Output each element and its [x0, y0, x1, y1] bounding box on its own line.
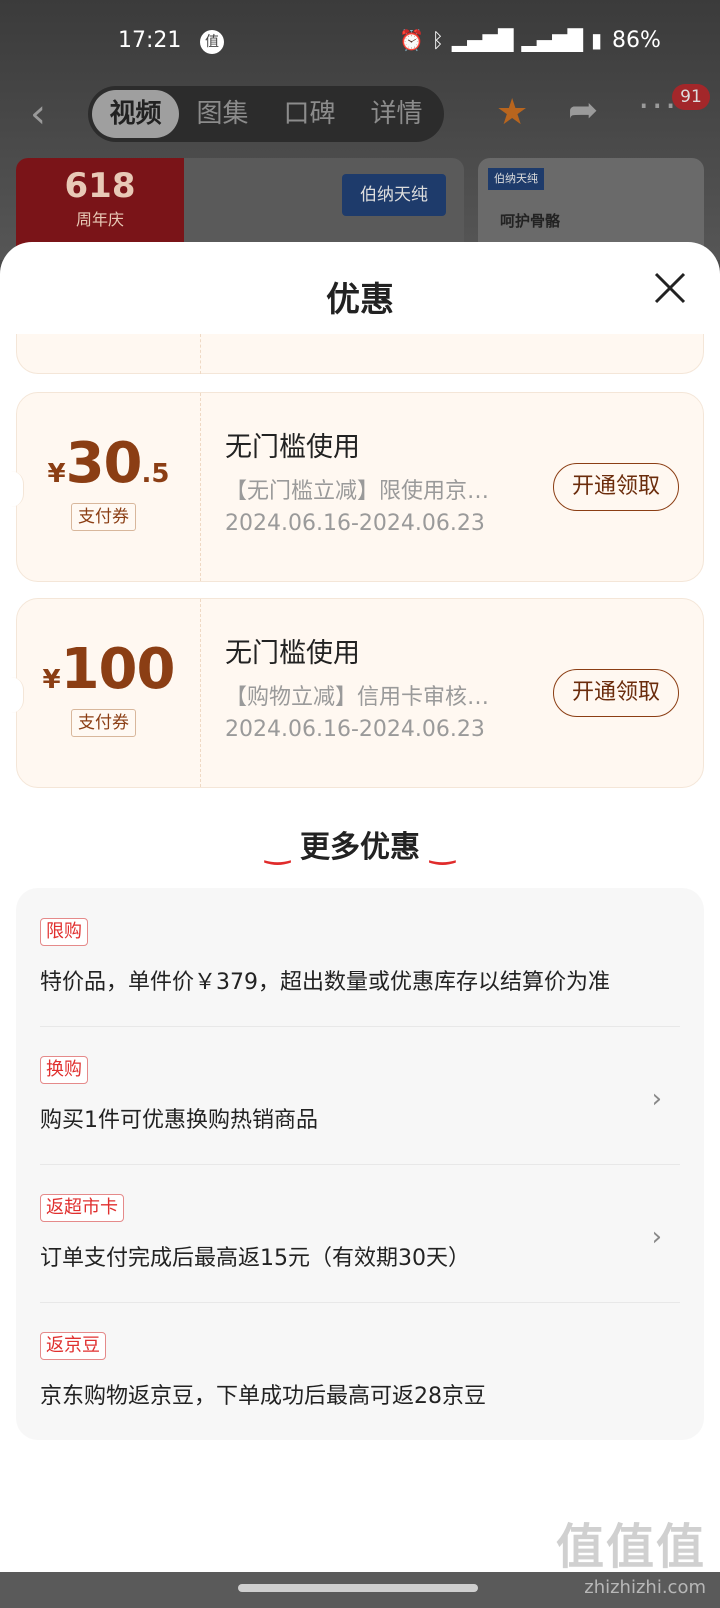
coupon-amount: ¥100: [17, 637, 200, 702]
battery-percent: 86%: [612, 28, 661, 53]
brand-logo-small: 伯纳天纯: [488, 168, 544, 190]
coupon-divider: [200, 334, 201, 374]
coupon-description: 【无门槛立减】限使用京…: [225, 479, 490, 504]
close-icon[interactable]: [650, 268, 690, 308]
smile-right-icon: ‿: [430, 831, 455, 866]
app-notification-icon: 值: [200, 30, 224, 54]
promo-item-supermarket-card[interactable]: 返超市卡 订单支付完成后最高返15元（有效期30天） ›: [40, 1164, 680, 1303]
status-icons: ⏰ ᛒ ▂▄▆█ ▂▄▆█ ▮: [399, 28, 602, 52]
claim-coupon-button[interactable]: 开通领取: [553, 463, 679, 511]
coupon-card: ¥100 支付券 无门槛使用 【购物立减】信用卡审核… 2024.06.16-2…: [11, 598, 704, 788]
coupon-divider: [200, 599, 201, 787]
promo-tag: 返京豆: [40, 1332, 106, 1360]
promo-text: 订单支付完成后最高返15元（有效期30天）: [40, 1246, 470, 1271]
watermark-logo: 值值值: [555, 1519, 706, 1575]
amount-value: 100: [60, 637, 176, 702]
coupon-validity: 2024.06.16-2024.06.23: [225, 511, 485, 536]
promo-text: 特价品，单件价￥379，超出数量或优惠库存以结算价为准: [40, 970, 610, 995]
signal-5g-icon: ▂▄▆█: [451, 28, 514, 52]
coupon-type-tag: 支付券: [71, 709, 136, 737]
promo-item-limit: 限购 特价品，单件价￥379，超出数量或优惠库存以结算价为准: [40, 888, 680, 1027]
share-icon[interactable]: ➦: [568, 90, 598, 131]
watermark-url: zhizhizhi.com: [584, 1577, 706, 1598]
brand-logo: 伯纳天纯: [342, 174, 446, 216]
offers-sheet: 优惠 ¥30.5 支付券 无门槛使用 【无门槛立减】限使用京… 2024.06.…: [0, 242, 720, 1580]
promo-item-jd-beans: 返京豆 京东购物返京豆，下单成功后最高可返28京豆: [40, 1302, 680, 1440]
signal-5g-2-icon: ▂▄▆█: [521, 28, 583, 52]
alarm-icon: ⏰: [399, 28, 424, 52]
coupon-type-tag: 支付券: [71, 503, 136, 531]
promo-text: 京东购物返京豆，下单成功后最高可返28京豆: [40, 1384, 486, 1409]
tab-reviews[interactable]: 口碑: [266, 90, 353, 138]
status-time: 17:21: [118, 28, 182, 53]
tab-details[interactable]: 详情: [353, 90, 440, 138]
coupon-amount: ¥30.5: [17, 431, 200, 496]
coupon-card: ¥30.5 支付券 无门槛使用 【无门槛立减】限使用京… 2024.06.16-…: [11, 392, 704, 582]
status-bar: 17:21 值 ⏰ ᛒ ▂▄▆█ ▂▄▆█ ▮ 86%: [0, 18, 720, 66]
chevron-right-icon[interactable]: ›: [652, 1084, 662, 1114]
promo-anniversary-text: 周年庆: [75, 210, 124, 229]
coupon-description: 【购物立减】信用卡审核…: [225, 685, 490, 710]
more-offers-heading: ‿ 更多优惠 ‿: [0, 822, 720, 866]
favorite-star-icon[interactable]: ★: [496, 92, 528, 133]
media-tabs: 视频 图集 口碑 详情: [88, 86, 444, 142]
chevron-right-icon[interactable]: ›: [652, 1222, 662, 1252]
tab-gallery[interactable]: 图集: [179, 90, 266, 138]
promo-618-text: 618: [64, 166, 136, 206]
promo-list: 限购 特价品，单件价￥379，超出数量或优惠库存以结算价为准 换购 购买1件可优…: [16, 888, 704, 1440]
claim-coupon-button[interactable]: 开通领取: [553, 669, 679, 717]
top-nav: ‹ 视频 图集 口碑 详情 ★ ➦ ··· 91: [0, 84, 720, 144]
sheet-title: 优惠: [326, 280, 394, 320]
currency-symbol: ¥: [42, 665, 61, 695]
promo-tag: 返超市卡: [40, 1194, 124, 1222]
home-indicator[interactable]: [238, 1584, 478, 1592]
background-page: 17:21 值 ⏰ ᛒ ▂▄▆█ ▂▄▆█ ▮ 86% ‹ 视频 图集 口碑 详…: [0, 0, 720, 268]
coupon-validity: 2024.06.16-2024.06.23: [225, 717, 485, 742]
promo-item-exchange[interactable]: 换购 购买1件可优惠换购热销商品 ›: [40, 1026, 680, 1165]
coupon-title: 无门槛使用: [225, 432, 360, 463]
coupon-divider: [200, 393, 201, 581]
more-offers-title: 更多优惠: [300, 830, 420, 865]
currency-symbol: ¥: [47, 459, 66, 489]
watermark: 值值值 zhizhizhi.com: [556, 1507, 706, 1598]
battery-icon: ▮: [590, 28, 602, 52]
bluetooth-icon: ᛒ: [431, 28, 444, 52]
back-arrow-icon[interactable]: ‹: [30, 92, 46, 136]
thumbnail-caption: 呵护骨骼: [500, 212, 561, 230]
coupon-card-partial: [16, 334, 704, 374]
message-badge: 91: [672, 84, 710, 110]
amount-decimal: .5: [141, 459, 170, 489]
coupon-title: 无门槛使用: [225, 638, 360, 669]
tab-video[interactable]: 视频: [92, 90, 179, 138]
amount-value: 30: [65, 431, 143, 496]
promo-tag: 换购: [40, 1056, 88, 1084]
promo-tag: 限购: [40, 918, 88, 946]
smile-left-icon: ‿: [265, 831, 290, 866]
promo-text: 购买1件可优惠换购热销商品: [40, 1108, 318, 1133]
